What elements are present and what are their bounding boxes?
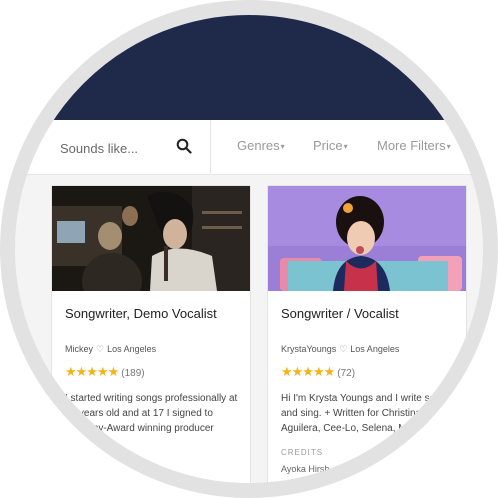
card-description: I started writing songs professionally a…: [65, 393, 238, 434]
rating-count: (189): [121, 368, 145, 379]
profile-card[interactable]: Songwriter, Demo Vocalist Mickey ♡ Los Ang…: [51, 185, 251, 484]
search-input[interactable]: [58, 136, 172, 160]
credits-label: CREDITS: [281, 448, 324, 457]
search-bar: Genres▾ Price▾ More Filters▾: [14, 120, 484, 175]
stars-icon: ★★★★★: [65, 364, 119, 379]
username[interactable]: KrystaYoungs: [281, 344, 336, 354]
search-icon[interactable]: [176, 138, 192, 154]
profile-photo[interactable]: [268, 186, 466, 291]
location: Los Angeles: [107, 344, 157, 354]
more-filters[interactable]: More Filters▾: [377, 138, 451, 153]
price-filter-label: Price: [313, 138, 343, 153]
card-description: Hi I'm Krysta Youngs and I write songs a…: [281, 393, 452, 434]
genres-filter-label: Genres: [237, 138, 280, 153]
stars-icon: ★★★★★: [281, 364, 335, 379]
profile-photo[interactable]: [52, 186, 250, 291]
credits-name: Ayoka Hirsh: [281, 464, 330, 474]
chevron-down-icon: ▾: [446, 142, 451, 152]
profile-card[interactable]: Songwriter / Vocalist KrystaYoungs ♡ Los A…: [267, 185, 467, 484]
location: Los Angeles: [350, 344, 400, 354]
chevron-down-icon: ▾: [280, 142, 285, 152]
heart-icon[interactable]: ♡: [96, 344, 104, 354]
search-box: [14, 120, 211, 174]
chevron-down-icon: ▾: [343, 142, 348, 152]
card-meta: Mickey ♡ Los Angeles: [65, 344, 156, 355]
rating-count: (72): [337, 368, 356, 379]
star-rating: ★★★★★ (189): [65, 364, 145, 380]
heart-icon[interactable]: ♡: [339, 344, 347, 354]
genres-filter[interactable]: Genres▾: [237, 138, 285, 153]
card-meta: KrystaYoungs ♡ Los Angeles: [281, 344, 399, 355]
card-title[interactable]: Songwriter / Vocalist: [281, 306, 399, 321]
card-title[interactable]: Songwriter, Demo Vocalist: [65, 306, 217, 321]
header-banner: [14, 14, 484, 120]
star-rating: ★★★★★ (72): [281, 364, 355, 380]
more-filters-label: More Filters: [377, 138, 446, 153]
price-filter[interactable]: Price▾: [313, 138, 348, 153]
zoom-viewport: Genres▾ Price▾ More Filters▾: [14, 14, 484, 484]
username[interactable]: Mickey: [65, 344, 93, 354]
